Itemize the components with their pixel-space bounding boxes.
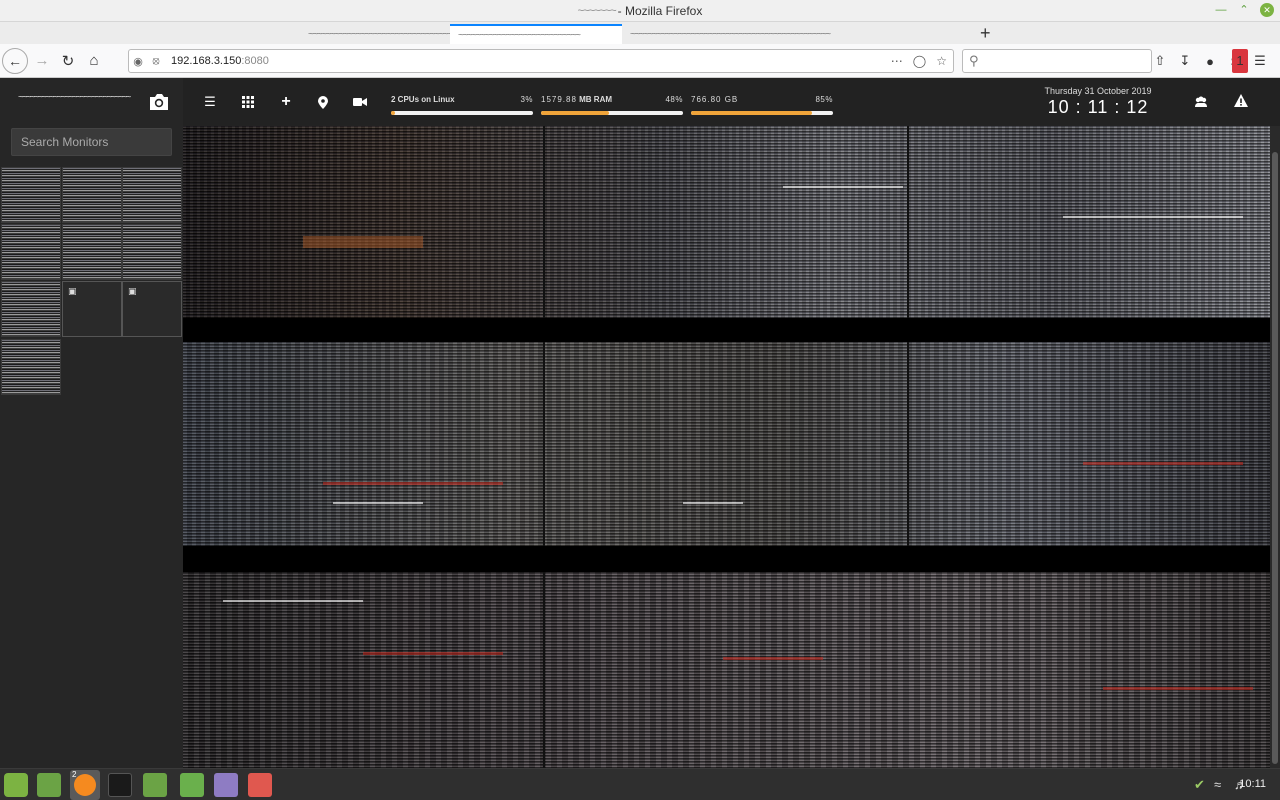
video-camera-icon[interactable] xyxy=(351,94,369,110)
toolbar-right: ⇧ ↧ ● S1 ☰ xyxy=(1152,49,1268,73)
monitor-thumbnail-empty[interactable]: ▣ xyxy=(62,281,122,337)
page-content: ~~~~~~~~~~~~~~~~~~~~~~~~~~~~~ ▣ ▣ ☰ xyxy=(0,78,1280,768)
monitor-thumbnail[interactable] xyxy=(1,339,61,395)
maximize-icon[interactable]: ⌃ xyxy=(1237,3,1251,17)
browser-tab-2[interactable]: ~~~~~~~~~~~~~~~~~~~~~~~~~~~~ xyxy=(450,24,622,44)
snapshot-camera-icon[interactable] xyxy=(148,92,170,112)
library-icon[interactable]: ⇧ xyxy=(1152,49,1168,73)
monitor-feed-3[interactable] xyxy=(183,572,1270,768)
monitor-thumbnail[interactable] xyxy=(122,167,182,223)
pocket-icon[interactable]: ◯ xyxy=(913,54,926,68)
alert-icon[interactable] xyxy=(1233,93,1249,109)
mint-menu-icon[interactable] xyxy=(4,773,28,797)
bookmark-star-icon[interactable]: ☆ xyxy=(936,54,947,68)
search-icon: ⚲ xyxy=(969,53,979,68)
hamburger-menu-icon[interactable]: ☰ xyxy=(1252,49,1268,73)
search-field[interactable]: ⚲ xyxy=(962,49,1152,73)
page-actions-icon[interactable]: ⋯ xyxy=(891,54,903,68)
scrollbar-thumb[interactable] xyxy=(1272,152,1278,764)
broken-image-icon: ▣ xyxy=(68,286,77,296)
window-title-text: - Mozilla Firefox xyxy=(617,3,703,18)
monitor-thumbnail[interactable] xyxy=(1,224,61,280)
home-button[interactable]: ⌂ xyxy=(82,49,106,73)
new-tab-button[interactable]: + xyxy=(980,22,991,44)
ram-progress-fill xyxy=(541,111,610,115)
broken-image-icon: ▣ xyxy=(128,286,137,296)
close-icon[interactable]: ✕ xyxy=(1260,3,1274,17)
navigation-bar: ← → ↻ ⌂ ◉ ⦻ 192.168.3.150:8080 ⋯ ◯ ☆ ⚲ ⇧… xyxy=(0,44,1280,78)
title-prefix: ~~~~~~~ xyxy=(577,4,617,17)
browser-tab-label: ~~~~~~~~~~~~~~~~~~~~~~~~~~~~ xyxy=(458,29,581,41)
browser-tab-3[interactable]: ~~~~~~~~~~~~~~~~~~~~~~~~~~~~~~~~~~~~~~~~… xyxy=(622,24,972,44)
ram-stat-percent: 48% xyxy=(665,95,683,104)
search-monitors-input[interactable] xyxy=(11,128,172,156)
monitor-sidebar: ~~~~~~~~~~~~~~~~~~~~~~~~~~~~~ ▣ ▣ xyxy=(0,78,183,768)
firefox-icon xyxy=(74,774,96,796)
shield-icon[interactable]: ◉ xyxy=(129,55,147,68)
insecure-connection-icon[interactable]: ⦻ xyxy=(147,55,165,68)
map-pin-icon[interactable] xyxy=(314,94,332,110)
files-icon[interactable] xyxy=(37,773,61,797)
wifi-icon[interactable]: ≈ xyxy=(1214,777,1221,792)
window-controls: — ⌃ ✕ xyxy=(1214,3,1274,17)
minimize-icon[interactable]: — xyxy=(1214,3,1228,17)
ram-stat-unit: MB RAM xyxy=(576,95,613,104)
disk-stat-percent: 85% xyxy=(815,95,833,104)
clock-date: Thursday 31 October 2019 xyxy=(1044,86,1152,96)
taskbar-clock[interactable]: 10:11 xyxy=(1239,778,1266,790)
monitor-thumbnail[interactable] xyxy=(62,167,122,223)
window-title: ~~~~~~~ - Mozilla Firefox xyxy=(578,4,703,18)
firefox-taskbar-button[interactable]: 2 xyxy=(70,770,100,800)
ram-stat-value: 1579.88 xyxy=(541,95,577,104)
extension-icon[interactable]: ● xyxy=(1202,49,1218,73)
text-editor-icon[interactable] xyxy=(214,773,238,797)
settings-key-icon[interactable] xyxy=(180,773,204,797)
forward-button[interactable]: → xyxy=(30,49,54,73)
update-shield-icon[interactable]: ✔ xyxy=(1194,777,1205,793)
page-scrollbar[interactable] xyxy=(1270,126,1280,768)
disk-stat-label: 766.80 GB xyxy=(691,95,739,104)
url-host: 192.168.3.150 xyxy=(171,55,242,67)
tab-strip: ~~~~~~~~~~~~~~~~~~~~~~~~~~~~~~~~~~~ ~~~~… xyxy=(0,22,1280,44)
desktop-taskbar: 2 ✔ ≈ ♬ 10:11 xyxy=(0,768,1280,800)
url-port: :8080 xyxy=(241,55,269,67)
cpu-stat-label: 2 CPUs on Linux xyxy=(391,95,455,104)
window-titlebar: ~~~~~~~ - Mozilla Firefox — ⌃ ✕ xyxy=(0,0,1280,22)
downloads-icon[interactable]: ↧ xyxy=(1177,49,1193,73)
browser-tab-1[interactable]: ~~~~~~~~~~~~~~~~~~~~~~~~~~~~~~~~~~~ xyxy=(300,24,450,44)
disk-progress-fill xyxy=(691,111,812,115)
extension-badge-icon[interactable]: S1 xyxy=(1227,49,1248,73)
users-icon[interactable] xyxy=(1193,94,1209,110)
clock-time: 10 : 11 : 12 xyxy=(1047,97,1149,117)
browser-tab-label: ~~~~~~~~~~~~~~~~~~~~~~~~~~~~~~~~~~~~~~~~… xyxy=(630,28,831,40)
url-bar[interactable]: ◉ ⦻ 192.168.3.150:8080 ⋯ ◯ ☆ xyxy=(128,49,954,73)
monitor-montage xyxy=(183,126,1270,768)
extension-badge-count: 1 xyxy=(1232,49,1248,73)
browser-tab-label: ~~~~~~~~~~~~~~~~~~~~~~~~~~~~~~~~~~~ xyxy=(308,28,450,40)
ram-progress-bar xyxy=(541,111,683,115)
cpu-progress-fill xyxy=(391,111,396,115)
terminal-icon[interactable] xyxy=(108,773,132,797)
grid-icon[interactable] xyxy=(239,94,257,110)
clock: Thursday 31 October 2019 10 : 11 : 12 xyxy=(1041,86,1155,118)
monitor-thumbnail[interactable] xyxy=(122,224,182,280)
folder-icon[interactable] xyxy=(143,773,167,797)
cpu-stat-percent: 3% xyxy=(520,95,533,104)
monitor-thumbnail[interactable] xyxy=(1,167,61,223)
monitor-thumbnail-empty[interactable]: ▣ xyxy=(122,281,182,337)
brand-logo: ~~~~~~~~~~~~~~~~~~~~~~~~~~~~~ xyxy=(18,92,131,103)
monitor-thumbnail[interactable] xyxy=(1,281,61,337)
firefox-window-count: 2 xyxy=(72,770,77,779)
monitor-thumbnail[interactable] xyxy=(62,224,122,280)
cpu-progress-bar xyxy=(391,111,533,115)
back-button[interactable]: ← xyxy=(2,47,28,74)
menu-icon[interactable]: ☰ xyxy=(201,94,219,110)
add-icon[interactable]: + xyxy=(277,93,295,110)
monitor-feed-1[interactable] xyxy=(183,126,1270,318)
top-toolbar: ☰ + 2 CPUs on Linux 3% 1579.88 MB RAM 48… xyxy=(183,78,1280,126)
disk-progress-bar xyxy=(691,111,833,115)
image-viewer-icon[interactable] xyxy=(248,773,272,797)
monitor-feed-2[interactable] xyxy=(183,342,1270,546)
reload-button[interactable]: ↻ xyxy=(56,49,80,73)
